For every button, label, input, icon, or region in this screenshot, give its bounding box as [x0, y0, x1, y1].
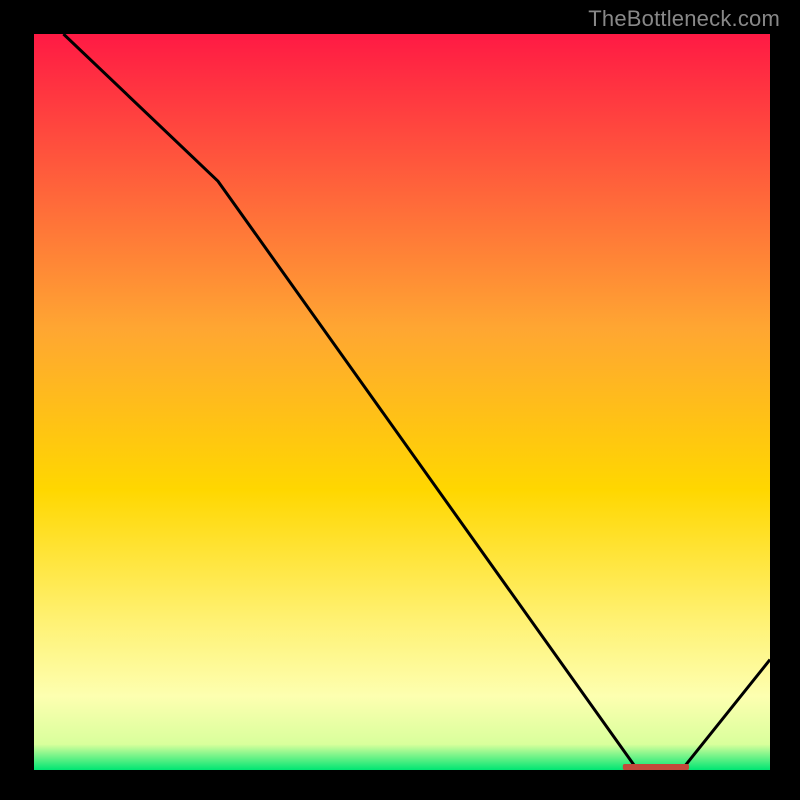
gradient-background [34, 34, 770, 770]
optimal-range-marker [623, 764, 689, 770]
chart-svg [34, 34, 770, 770]
plot-area [32, 32, 772, 772]
watermark-label: TheBottleneck.com [588, 6, 780, 32]
chart-frame: TheBottleneck.com [0, 0, 800, 800]
